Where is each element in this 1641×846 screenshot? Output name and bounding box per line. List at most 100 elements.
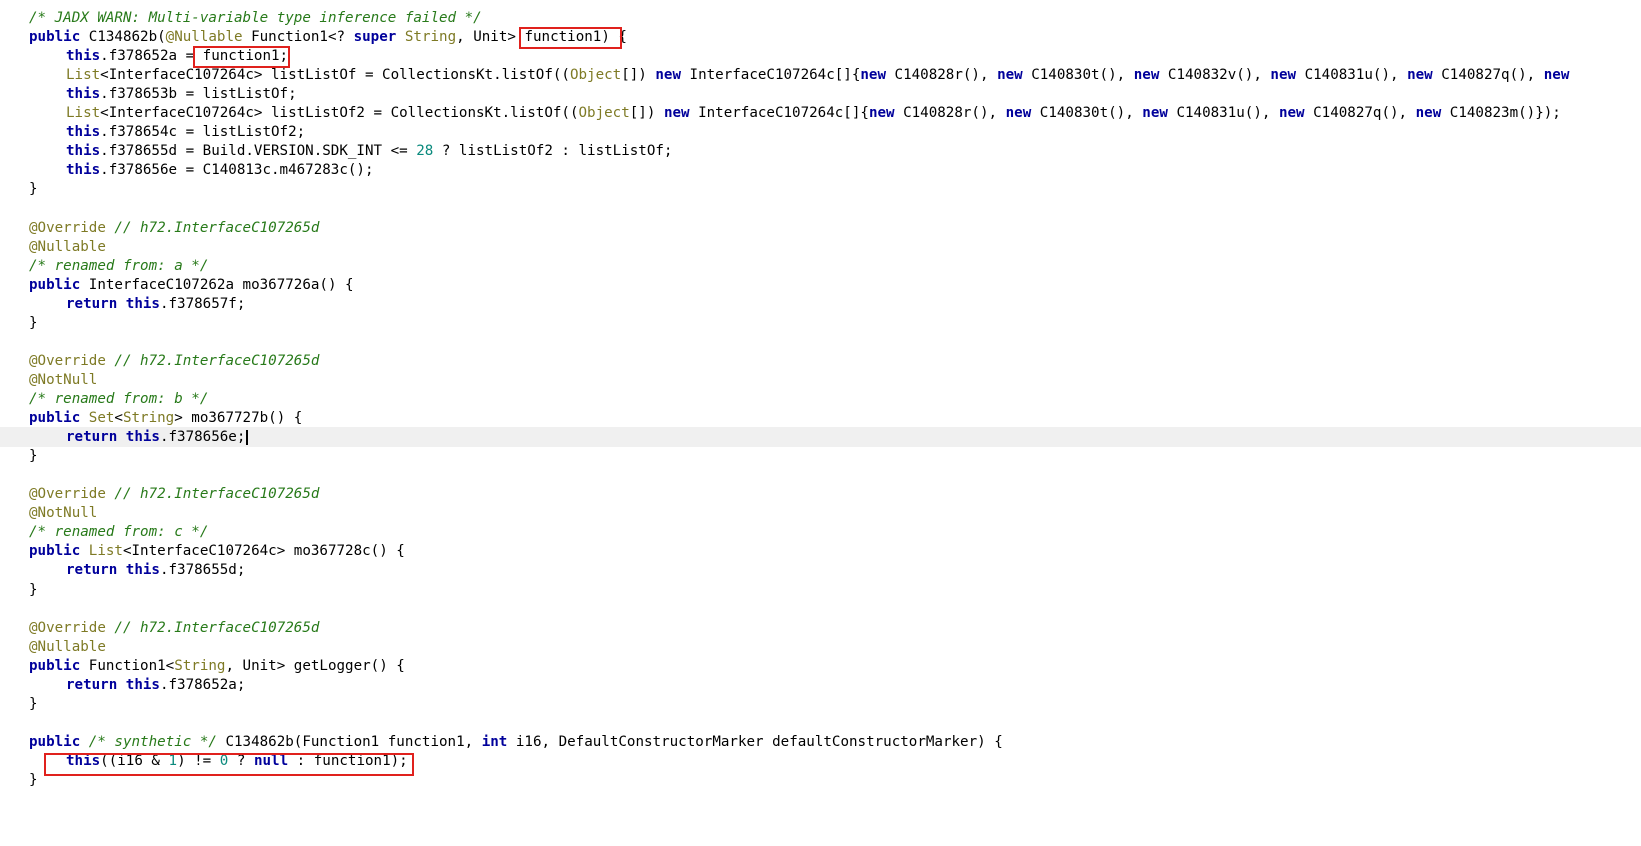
code-token-plain: .f378655d; — [159, 562, 246, 578]
code-line[interactable]: @Nullable — [0, 237, 1641, 257]
code-token-type: List — [66, 105, 101, 121]
code-line[interactable]: List<InterfaceC107264c> listListOf = Col… — [0, 65, 1641, 85]
code-line[interactable]: } — [0, 179, 1641, 199]
code-token-kw: public — [29, 543, 81, 559]
code-line[interactable]: List<InterfaceC107264c> listListOf2 = Co… — [0, 103, 1641, 123]
code-token-kw: int — [481, 734, 508, 750]
code-token-plain: .f378657f; — [159, 296, 246, 312]
code-line-content: @Override // h72.InterfaceC107265d — [29, 218, 319, 238]
code-line[interactable]: } — [0, 580, 1641, 600]
code-line[interactable]: @Override // h72.InterfaceC107265d — [0, 351, 1641, 371]
code-line-content: public Function1<String, Unit> getLogger… — [29, 656, 405, 676]
code-line[interactable]: return this.f378656e; — [0, 427, 1641, 447]
code-line[interactable]: } — [0, 694, 1641, 714]
code-line-content: this.f378655d = Build.VERSION.SDK_INT <=… — [29, 141, 672, 161]
code-line-content: @Override // h72.InterfaceC107265d — [29, 484, 319, 504]
code-token-plain: ((i16 & — [100, 753, 169, 769]
code-line-content: return this.f378652a; — [29, 675, 245, 695]
code-line[interactable]: /* renamed from: c */ — [0, 522, 1641, 542]
code-token-comment: // h72.InterfaceC107265d — [105, 486, 320, 502]
code-line[interactable] — [0, 465, 1641, 485]
code-token-plain: C140832v(), — [1159, 67, 1271, 83]
code-line[interactable]: } — [0, 313, 1641, 333]
code-line-content: this.f378652a = function1; — [29, 46, 288, 66]
code-token-comment: // h72.InterfaceC107265d — [105, 220, 320, 236]
code-line[interactable]: this.f378655d = Build.VERSION.SDK_INT <=… — [0, 141, 1641, 161]
code-token-kw: public — [29, 29, 81, 45]
code-token-plain: } — [29, 582, 38, 598]
code-line[interactable]: /* JADX WARN: Multi-variable type infere… — [0, 8, 1641, 28]
code-token-plain: .f378653b = listListOf; — [100, 86, 297, 102]
code-line[interactable]: } — [0, 770, 1641, 790]
code-line-content: /* JADX WARN: Multi-variable type infere… — [29, 8, 482, 28]
code-line-content: } — [29, 694, 38, 714]
code-line[interactable]: public C134862b(@Nullable Function1<? su… — [0, 27, 1641, 47]
code-token-plain: <InterfaceC107264c> listListOf2 = Collec… — [100, 105, 579, 121]
code-line[interactable]: return this.f378655d; — [0, 560, 1641, 580]
code-line[interactable]: return this.f378657f; — [0, 294, 1641, 314]
code-token-plain: } — [29, 696, 38, 712]
code-line[interactable] — [0, 332, 1641, 352]
code-line[interactable]: /* renamed from: a */ — [0, 256, 1641, 276]
code-token-plain: C140827q(), — [1432, 67, 1544, 83]
code-token-type: List — [66, 67, 101, 83]
code-token-kw: public — [29, 277, 81, 293]
code-line[interactable] — [0, 599, 1641, 619]
code-token-plain: ) != — [177, 753, 220, 769]
code-line-content: this.f378653b = listListOf; — [29, 84, 297, 104]
code-token-type: Object — [578, 105, 630, 121]
code-line[interactable]: public List<InterfaceC107264c> mo367728c… — [0, 541, 1641, 561]
code-line-content: public InterfaceC107262a mo367726a() { — [29, 275, 354, 295]
code-token-plain: C140823m()}); — [1441, 105, 1561, 121]
code-editor[interactable]: /* JADX WARN: Multi-variable type infere… — [0, 0, 1641, 846]
code-line[interactable]: return this.f378652a; — [0, 675, 1641, 695]
code-token-kw: new — [1543, 67, 1570, 83]
code-line[interactable]: this((i16 & 1) != 0 ? null : function1); — [0, 751, 1641, 771]
code-line-content: } — [29, 179, 38, 199]
code-token-kw: new — [1133, 67, 1160, 83]
code-line-content: return this.f378655d; — [29, 560, 245, 580]
code-line[interactable]: @Override // h72.InterfaceC107265d — [0, 618, 1641, 638]
code-token-kw: null — [253, 753, 289, 769]
code-line[interactable]: public Set<String> mo367727b() { — [0, 408, 1641, 428]
code-line[interactable]: public Function1<String, Unit> getLogger… — [0, 656, 1641, 676]
code-token-type: List — [88, 543, 123, 559]
code-token-kw: return — [66, 562, 118, 578]
code-line[interactable]: /* renamed from: b */ — [0, 389, 1641, 409]
code-line[interactable]: @Override // h72.InterfaceC107265d — [0, 218, 1641, 238]
code-line[interactable] — [0, 199, 1641, 219]
code-token-kw: new — [1142, 105, 1168, 121]
code-line[interactable]: @NotNull — [0, 370, 1641, 390]
code-token-plain: .f378654c = listListOf2; — [100, 124, 306, 140]
code-token-plain: ? — [228, 753, 254, 769]
code-token-anno: @Override — [29, 353, 106, 369]
code-line[interactable]: @Nullable — [0, 637, 1641, 657]
code-token-plain: C140831u(), — [1296, 67, 1408, 83]
code-token-plain: i16, DefaultConstructorMarker defaultCon… — [507, 734, 1003, 750]
code-line[interactable]: } — [0, 446, 1641, 466]
code-token-type: Object — [569, 67, 622, 83]
code-line[interactable]: @Override // h72.InterfaceC107265d — [0, 484, 1641, 504]
text-caret — [246, 429, 249, 445]
code-token-type: String — [174, 658, 226, 674]
code-line[interactable]: this.f378653b = listListOf; — [0, 84, 1641, 104]
code-line[interactable]: public InterfaceC107262a mo367726a() { — [0, 275, 1641, 295]
code-line[interactable] — [0, 713, 1641, 733]
code-line[interactable]: this.f378656e = C140813c.m467283c(); — [0, 160, 1641, 180]
code-token-kw: return — [66, 296, 118, 312]
code-line[interactable]: @NotNull — [0, 503, 1641, 523]
code-line[interactable]: this.f378652a = function1; — [0, 46, 1641, 66]
code-line[interactable]: public /* synthetic */ C134862b(Function… — [0, 732, 1641, 752]
code-token-plain: C140827q(), — [1304, 105, 1416, 121]
code-token-anno: @Override — [29, 620, 106, 636]
code-token-kw: new — [997, 67, 1023, 83]
code-line-content: return this.f378656e; — [29, 427, 249, 447]
code-token-kw: new — [1270, 67, 1297, 83]
code-line[interactable]: this.f378654c = listListOf2; — [0, 122, 1641, 142]
code-token-plain: > mo367727b() { — [174, 410, 303, 426]
